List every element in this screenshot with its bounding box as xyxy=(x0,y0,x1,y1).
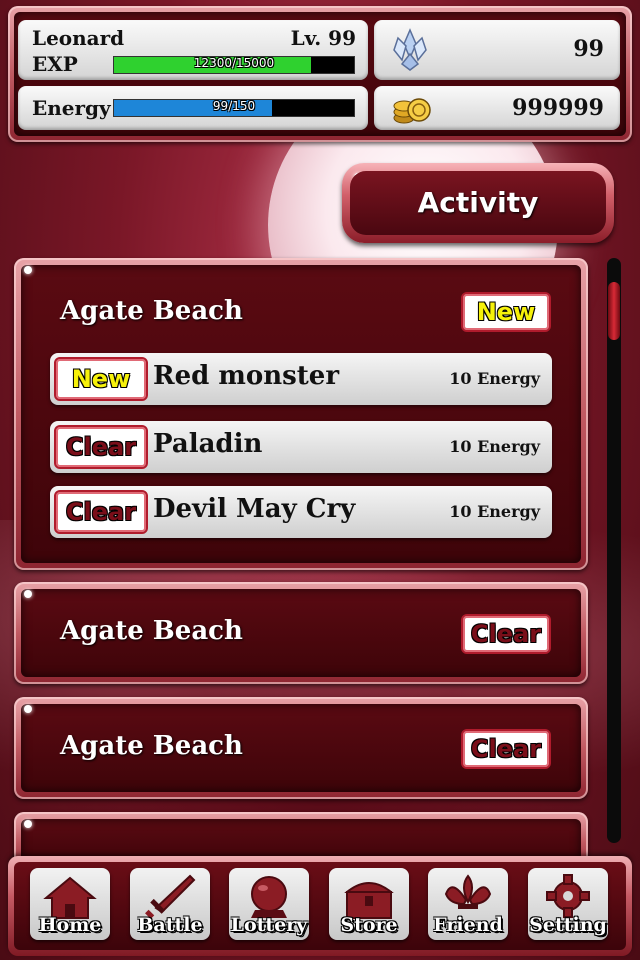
exp-label: EXP xyxy=(32,52,78,76)
nav-label: Lottery xyxy=(230,914,308,936)
nav-friend-button[interactable]: Friend xyxy=(428,868,508,940)
player-energy-box: Energy 99/150 xyxy=(18,86,368,130)
quest-name: Devil May Cry xyxy=(153,494,356,524)
section-new-badge: New xyxy=(461,292,551,332)
quest-name: Paladin xyxy=(153,429,263,459)
quest-clear-badge: Clear xyxy=(54,490,148,534)
quest-row[interactable]: Clear Devil May Cry 10 Energy xyxy=(50,486,552,538)
player-name: Leonard xyxy=(32,26,125,50)
section-title: Agate Beach xyxy=(60,616,243,646)
exp-bar: 12300/15000 xyxy=(113,56,355,74)
section-clear-badge: Clear xyxy=(461,729,551,769)
coins-icon xyxy=(393,98,431,124)
nav-battle-button[interactable]: Battle xyxy=(130,868,210,940)
player-level: Lv. 99 xyxy=(290,26,356,50)
energy-bar: 99/150 xyxy=(113,99,355,117)
sparkle-dot xyxy=(24,705,32,713)
activity-button-label: Activity xyxy=(350,171,606,235)
activity-button[interactable]: Activity xyxy=(342,163,614,243)
sparkle-dot xyxy=(24,266,32,274)
quest-row[interactable]: Clear Paladin 10 Energy xyxy=(50,421,552,473)
quest-row[interactable]: New Red monster 10 Energy xyxy=(50,353,552,405)
nav-label: Store xyxy=(340,914,398,936)
nav-label: Battle xyxy=(137,914,203,936)
player-exp-box: Leonard Lv. 99 EXP 12300/15000 xyxy=(18,20,368,80)
quest-new-badge: New xyxy=(54,357,148,401)
scrollbar[interactable] xyxy=(607,258,621,843)
nav-lottery-button[interactable]: Lottery xyxy=(229,868,309,940)
coin-count: 999999 xyxy=(512,95,604,121)
section-title: Agate Beach xyxy=(60,296,243,326)
nav-label: Friend xyxy=(433,914,503,936)
nav-setting-button[interactable]: Setting xyxy=(528,868,608,940)
exp-bar-text: 12300/15000 xyxy=(193,56,275,70)
sparkle-dot xyxy=(24,820,32,828)
nav-label: Home xyxy=(38,914,102,936)
crystal-box[interactable]: 99 xyxy=(374,20,620,80)
crystal-icon xyxy=(393,28,427,71)
scrollbar-thumb[interactable] xyxy=(608,282,620,340)
sparkle-dot xyxy=(24,590,32,598)
crystal-count: 99 xyxy=(573,36,604,62)
quest-energy-cost: 10 Energy xyxy=(449,437,540,456)
coin-box[interactable]: 999999 xyxy=(374,86,620,130)
quest-energy-cost: 10 Energy xyxy=(449,502,540,521)
quest-clear-badge: Clear xyxy=(54,425,148,469)
quest-name: Red monster xyxy=(153,361,340,391)
nav-store-button[interactable]: Store xyxy=(329,868,409,940)
quest-energy-cost: 10 Energy xyxy=(449,369,540,388)
section-title: Agate Beach xyxy=(60,731,243,761)
nav-home-button[interactable]: Home xyxy=(30,868,110,940)
section-clear-badge: Clear xyxy=(461,614,551,654)
nav-label: Setting xyxy=(529,914,607,936)
energy-label: Energy xyxy=(32,96,111,120)
energy-bar-text: 99/150 xyxy=(212,99,256,113)
